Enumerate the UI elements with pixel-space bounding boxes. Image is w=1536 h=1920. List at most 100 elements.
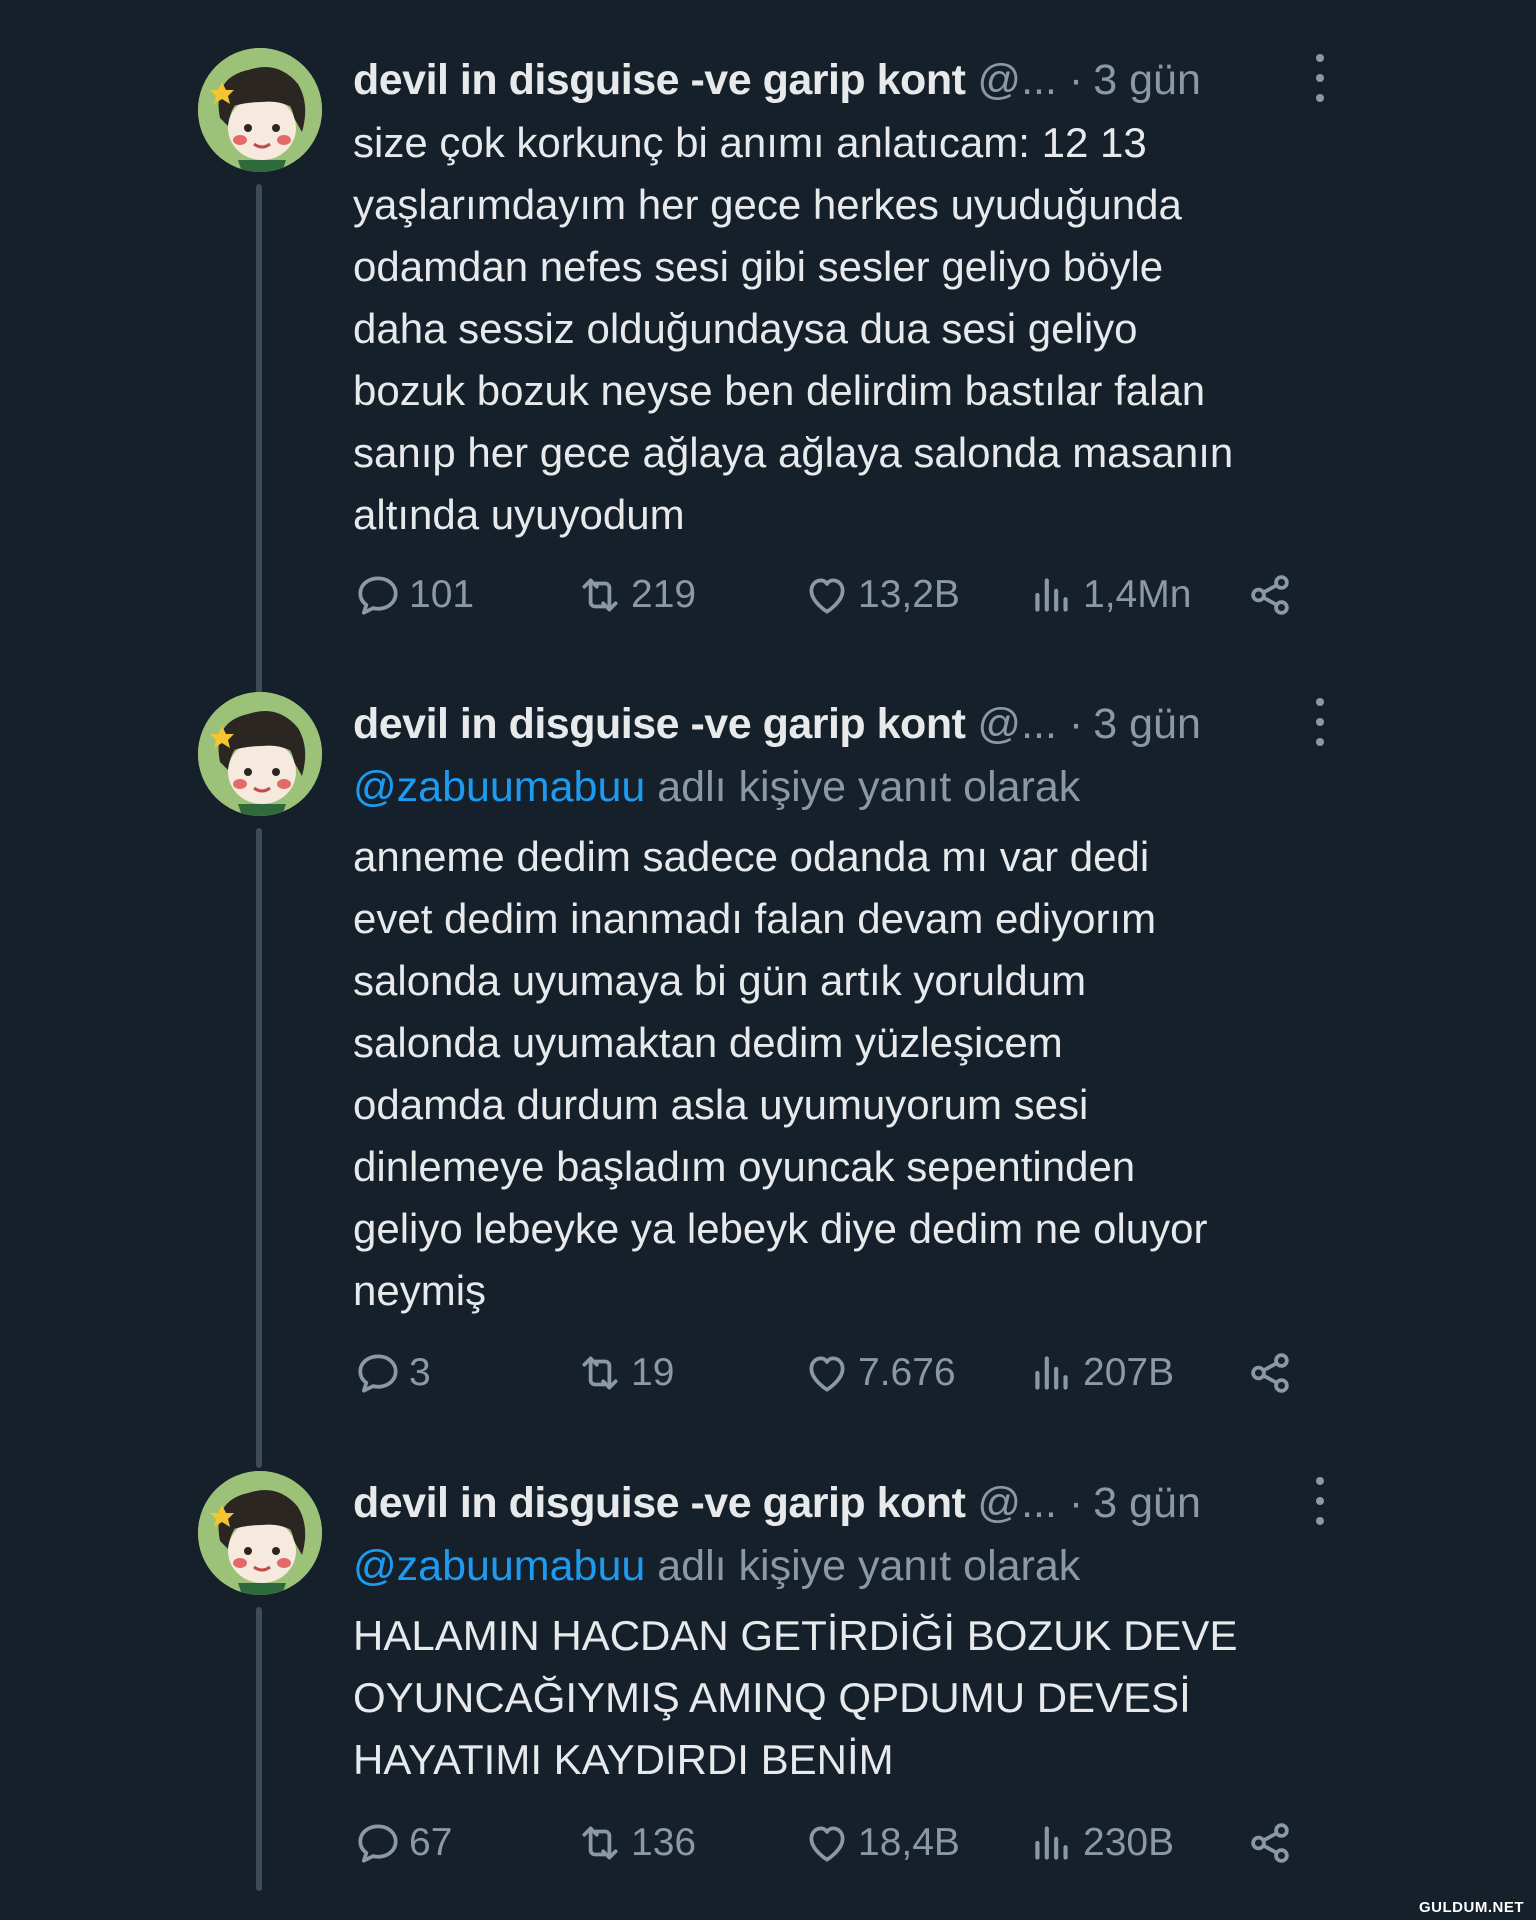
tweet-line: evet dedim inanmadı falan devam ediyorım — [353, 895, 1157, 942]
reply-count: 3 — [409, 1351, 431, 1394]
timestamp[interactable]: 3 gün — [1093, 1479, 1201, 1528]
views-icon — [1035, 1826, 1068, 1860]
share-icon — [1251, 1353, 1289, 1393]
action-bar: 3 19 7.676 207B — [353, 1343, 1303, 1403]
watermark-logo: GULDUM.NET — [1419, 1899, 1524, 1916]
views-icon — [1035, 578, 1068, 612]
tweet-text: anneme dedim sadece odanda mı var dedi e… — [353, 826, 1353, 1322]
avatar-image — [198, 1471, 322, 1595]
tweet-line: neymiş — [353, 1267, 487, 1314]
views-count: 1,4Mn — [1083, 573, 1192, 616]
retweet-button[interactable]: 136 — [575, 1813, 696, 1873]
avatar[interactable] — [198, 48, 322, 172]
handle[interactable]: @... — [977, 1479, 1057, 1528]
views-count: 230B — [1083, 1821, 1175, 1864]
heart-icon — [809, 578, 845, 614]
tweet-content: devil in disguise -ve garip kont @... · … — [353, 692, 1353, 1322]
tweet-line: yaşlarımdayım her gece herkes uyuduğunda — [353, 181, 1182, 228]
reply-button[interactable]: 101 — [353, 565, 474, 625]
reply-icon — [358, 576, 398, 615]
views-icon — [1035, 1356, 1068, 1390]
share-button[interactable] — [1245, 1813, 1301, 1873]
like-count: 18,4B — [858, 1821, 960, 1864]
retweet-count: 136 — [631, 1821, 697, 1864]
mention-link[interactable]: @zabuumabuu — [353, 1542, 645, 1590]
retweet-icon — [582, 1356, 618, 1390]
views-button[interactable]: 230B — [1027, 1813, 1174, 1873]
views-count: 207B — [1083, 1351, 1175, 1394]
reply-context: @zabuumabuu adlı kişiye yanıt olarak — [353, 756, 1353, 818]
tweet-line: altında uyuyodum — [353, 491, 685, 538]
tweet-header: devil in disguise -ve garip kont @... · … — [353, 692, 1353, 756]
thread-line — [256, 1607, 262, 1891]
tweet-line: bozuk bozuk neyse ben delirdim bastılar … — [353, 367, 1206, 414]
reply-icon — [358, 1824, 398, 1863]
handle[interactable]: @... — [977, 56, 1057, 105]
reply-context-text: adlı kişiye yanıt olarak — [645, 763, 1081, 811]
retweet-count: 19 — [631, 1351, 675, 1394]
avatar[interactable] — [198, 692, 322, 816]
separator-dot: · — [1068, 699, 1084, 748]
reply-count: 101 — [409, 573, 475, 616]
thread-line — [256, 184, 262, 734]
tweet-text: HALAMIN HACDAN GETİRDİĞİ BOZUK DEVE OYUN… — [353, 1605, 1353, 1791]
timestamp[interactable]: 3 gün — [1093, 56, 1201, 105]
more-icon[interactable] — [1308, 54, 1332, 102]
heart-icon — [809, 1356, 845, 1392]
thread-line — [256, 828, 262, 1468]
more-icon[interactable] — [1308, 1477, 1332, 1525]
share-button[interactable] — [1245, 1343, 1301, 1403]
retweet-icon — [582, 578, 618, 612]
separator-dot: · — [1068, 55, 1084, 104]
share-icon — [1251, 575, 1289, 615]
reply-count: 67 — [409, 1821, 453, 1864]
timestamp[interactable]: 3 gün — [1093, 700, 1201, 749]
tweet-line: OYUNCAĞIYMIŞ AMINQ QPDUMU DEVESİ — [353, 1674, 1191, 1721]
tweet-line: HAYATIMI KAYDIRDI BENİM — [353, 1736, 894, 1783]
like-button[interactable]: 13,2B — [802, 565, 960, 625]
display-name[interactable]: devil in disguise -ve garip kont — [353, 700, 966, 749]
like-count: 13,2B — [858, 573, 960, 616]
tweet-line: salonda uyumaktan dedim yüzleşicem — [353, 1019, 1063, 1066]
like-button[interactable]: 18,4B — [802, 1813, 960, 1873]
display-name[interactable]: devil in disguise -ve garip kont — [353, 56, 966, 105]
like-button[interactable]: 7.676 — [802, 1343, 956, 1403]
tweet-line: daha sessiz olduğundaysa dua sesi geliyo — [353, 305, 1138, 352]
views-button[interactable]: 207B — [1027, 1343, 1174, 1403]
heart-icon — [809, 1826, 845, 1862]
tweet-line: size çok korkunç bi anımı anlatıcam: 12 … — [353, 119, 1147, 166]
more-icon[interactable] — [1308, 698, 1332, 746]
reply-context-text: adlı kişiye yanıt olarak — [645, 1542, 1081, 1590]
avatar-image — [198, 48, 322, 172]
tweet-text: size çok korkunç bi anımı anlatıcam: 12 … — [353, 112, 1353, 546]
avatar-image — [198, 692, 322, 816]
retweet-button[interactable]: 219 — [575, 565, 696, 625]
action-bar: 101 219 13,2B 1,4Mn — [353, 565, 1303, 625]
tweet-line: HALAMIN HACDAN GETİRDİĞİ BOZUK DEVE — [353, 1612, 1238, 1659]
tweet-header: devil in disguise -ve garip kont @... · … — [353, 48, 1353, 112]
share-button[interactable] — [1245, 565, 1301, 625]
tweet-line: sanıp her gece ağlaya ağlaya salonda mas… — [353, 429, 1234, 476]
like-count: 7.676 — [858, 1351, 956, 1394]
avatar[interactable] — [198, 1471, 322, 1595]
reply-button[interactable]: 3 — [353, 1343, 431, 1403]
tweet-line: salonda uyumaya bi gün artık yoruldum — [353, 957, 1087, 1004]
tweet-line: odamdan nefes sesi gibi sesler geliyo bö… — [353, 243, 1164, 290]
retweet-icon — [582, 1826, 618, 1860]
tweet-content: devil in disguise -ve garip kont @... · … — [353, 1471, 1353, 1791]
mention-link[interactable]: @zabuumabuu — [353, 763, 645, 811]
tweet-content: devil in disguise -ve garip kont @... · … — [353, 48, 1353, 546]
separator-dot: · — [1068, 1478, 1084, 1527]
handle[interactable]: @... — [977, 700, 1057, 749]
tweet-line: geliyo lebeyke ya lebeyk diye dedim ne o… — [353, 1205, 1208, 1252]
retweet-button[interactable]: 19 — [575, 1343, 674, 1403]
retweet-count: 219 — [631, 573, 697, 616]
views-button[interactable]: 1,4Mn — [1027, 565, 1191, 625]
reply-button[interactable]: 67 — [353, 1813, 452, 1873]
display-name[interactable]: devil in disguise -ve garip kont — [353, 1479, 966, 1528]
action-bar: 67 136 18,4B 230B — [353, 1813, 1303, 1873]
reply-icon — [358, 1354, 398, 1393]
tweet-line: anneme dedim sadece odanda mı var dedi — [353, 833, 1150, 880]
reply-context: @zabuumabuu adlı kişiye yanıt olarak — [353, 1535, 1353, 1597]
tweet-header: devil in disguise -ve garip kont @... · … — [353, 1471, 1353, 1535]
